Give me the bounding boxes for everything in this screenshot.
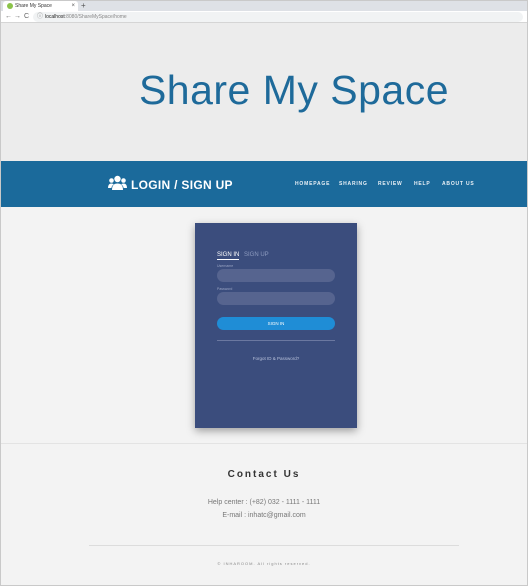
username-label: Username xyxy=(217,264,234,268)
browser-toolbar: ← → C ⓘ localhost:8080/ShareMySpace/home xyxy=(0,11,528,23)
nav-about-us[interactable]: ABOUT US xyxy=(442,181,475,187)
username-input[interactable] xyxy=(217,269,335,282)
tab-sign-in[interactable]: SIGN IN xyxy=(217,252,240,260)
url-path: :8080/ShareMySpace/home xyxy=(64,14,127,20)
url-host: localhost xyxy=(45,14,65,20)
copyright-text: © INHAROOM. All rights reserved. xyxy=(217,561,311,566)
browser-tab-title: Share My Space xyxy=(15,3,52,9)
password-input[interactable] xyxy=(217,292,335,305)
card-divider xyxy=(217,340,335,341)
site-title: Share My Space xyxy=(138,67,450,113)
email-text: E-mail : inhatc@gmail.com xyxy=(222,512,306,519)
hero-banner: Share My Space xyxy=(1,23,527,161)
reload-icon[interactable]: C xyxy=(24,12,29,22)
help-center-text: Help center : (+82) 032 - 1111 - 1111 xyxy=(207,499,321,506)
site-info-icon[interactable]: ⓘ xyxy=(37,12,43,22)
nav-homepage[interactable]: HOMEPAGE xyxy=(295,181,330,187)
nav-help[interactable]: HELP xyxy=(414,181,431,187)
back-icon[interactable]: ← xyxy=(5,12,12,22)
contact-title: Contact Us xyxy=(227,469,301,480)
nav-band: LOGIN / SIGN UP HOMEPAGE SHARING REVIEW … xyxy=(1,161,527,207)
page-heading: LOGIN / SIGN UP xyxy=(131,178,233,192)
browser-tab-bar: Share My Space × + xyxy=(0,0,528,11)
users-icon xyxy=(108,175,127,190)
footer: Contact Us Help center : (+82) 032 - 111… xyxy=(1,443,527,585)
footer-divider xyxy=(89,545,459,546)
address-bar[interactable]: ⓘ localhost:8080/ShareMySpace/home xyxy=(33,12,523,22)
forgot-password-link[interactable]: Forgot ID & Password? xyxy=(195,356,357,361)
main-content: SIGN IN SIGN UP Username Password SIGN I… xyxy=(1,207,527,443)
favicon-icon xyxy=(7,3,13,9)
new-tab-icon[interactable]: + xyxy=(81,1,86,10)
password-label: Password xyxy=(217,287,233,291)
tab-sign-up[interactable]: SIGN UP xyxy=(244,252,269,258)
browser-tab[interactable]: Share My Space × xyxy=(3,1,78,11)
login-card: SIGN IN SIGN UP Username Password SIGN I… xyxy=(195,223,357,428)
address-url: localhost:8080/ShareMySpace/home xyxy=(45,12,127,22)
sign-in-button[interactable]: SIGN IN xyxy=(217,317,335,330)
nav-sharing[interactable]: SHARING xyxy=(339,181,368,187)
forward-icon[interactable]: → xyxy=(14,12,21,22)
nav-review[interactable]: REVIEW xyxy=(378,181,403,187)
close-tab-icon[interactable]: × xyxy=(71,2,75,10)
